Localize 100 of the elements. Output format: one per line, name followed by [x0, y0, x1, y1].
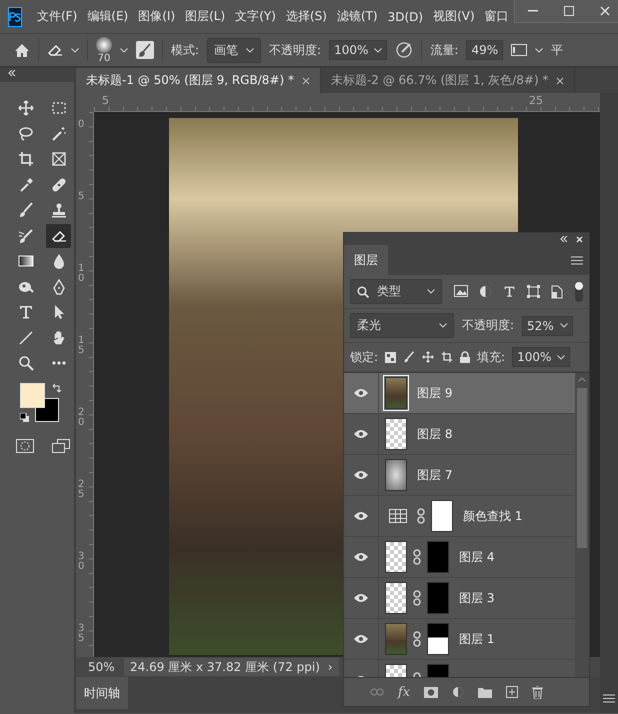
close-icon[interactable] — [302, 76, 310, 84]
menu-item[interactable]: 文字(Y) — [230, 8, 281, 25]
mask-icon[interactable] — [424, 686, 438, 698]
caret-icon — [71, 48, 79, 52]
panel-tab[interactable]: 图层 — [344, 245, 388, 275]
eye-icon[interactable] — [353, 511, 369, 521]
lock-pixels-icon[interactable] — [385, 352, 396, 362]
eye-icon[interactable] — [353, 634, 369, 644]
adjustment-icon[interactable] — [452, 686, 464, 698]
eye-icon[interactable] — [353, 593, 369, 603]
ruler-label: 35 — [78, 624, 86, 644]
adjustment-filter-icon[interactable] — [479, 284, 492, 298]
tool-button[interactable] — [46, 224, 71, 248]
app-logo-icon[interactable] — [8, 6, 22, 26]
link-icon[interactable] — [413, 590, 421, 606]
color-swatches-icon[interactable] — [20, 383, 60, 423]
collapse-icon[interactable] — [8, 70, 16, 76]
layer-row[interactable]: 图层 1 — [344, 619, 575, 660]
brush-icon[interactable] — [403, 351, 416, 363]
layer-row[interactable]: 颜色查找 1 — [344, 496, 575, 537]
quick-mask-icon[interactable] — [16, 439, 34, 453]
history-tool-icon — [18, 228, 34, 244]
pen-tool-icon — [50, 278, 66, 294]
default-colors-icon[interactable] — [20, 413, 30, 423]
mode-dropdown[interactable]: 画笔 — [207, 38, 262, 62]
fill-label: 填充: — [477, 348, 506, 366]
scroll-up-icon[interactable] — [578, 377, 586, 382]
airbrush-icon[interactable] — [395, 41, 414, 59]
menu-item[interactable]: 文件(F) — [32, 8, 82, 25]
ruler-label: 25 — [78, 480, 86, 500]
layer-style-button[interactable]: fx — [398, 684, 410, 700]
eye-icon[interactable] — [353, 388, 369, 398]
eye-icon[interactable] — [353, 470, 369, 480]
link-icon[interactable] — [413, 631, 421, 647]
menu-item[interactable]: 图层(L) — [180, 8, 230, 25]
filter-dropdown[interactable]: 类型 — [350, 279, 442, 304]
ruler-label: 25 — [529, 94, 543, 107]
minimize-icon[interactable] — [528, 10, 538, 12]
lock-icon[interactable] — [460, 351, 470, 363]
link-icon[interactable] — [413, 549, 421, 565]
ruler-label: 10 — [78, 264, 86, 284]
new-layer-icon[interactable] — [506, 686, 518, 698]
panel-menu-icon[interactable] — [603, 694, 615, 703]
brush-preview-icon[interactable] — [96, 36, 112, 52]
fill-field[interactable]: 100% — [512, 347, 570, 367]
close-icon[interactable] — [576, 236, 583, 242]
panel-menu-icon[interactable] — [571, 256, 583, 264]
maximize-icon[interactable] — [564, 6, 574, 16]
image-filter-icon[interactable] — [454, 284, 468, 296]
link-icon[interactable] — [417, 508, 425, 524]
caret-icon — [535, 48, 544, 52]
lasso-tool-icon — [18, 126, 34, 142]
swap-colors-icon[interactable] — [52, 383, 62, 393]
move-icon[interactable] — [422, 351, 434, 363]
eye-icon[interactable] — [353, 552, 369, 562]
status-arrow[interactable]: › — [328, 660, 333, 674]
opacity-field[interactable]: 52% — [522, 316, 573, 336]
close-icon[interactable] — [600, 6, 610, 16]
grid-icon — [389, 509, 407, 523]
menu-item[interactable]: 图像(I) — [133, 8, 180, 25]
panel-tab[interactable]: 时间轴 — [76, 677, 128, 709]
close-icon[interactable] — [556, 76, 564, 84]
layer-row[interactable]: 图层 9 — [344, 373, 575, 414]
layer-row[interactable]: 图层 3 — [344, 578, 575, 619]
home-icon[interactable] — [14, 42, 30, 58]
eye-icon[interactable] — [353, 429, 369, 439]
filter-toggle[interactable] — [575, 282, 583, 302]
type-tool-icon — [18, 304, 34, 320]
layer-row[interactable]: 图层 7 — [344, 455, 575, 496]
layer-row[interactable]: 图层 8 — [344, 414, 575, 455]
scrollbar-thumb[interactable] — [577, 388, 587, 548]
ruler-label: 30 — [78, 552, 86, 572]
layer-name: 图层 7 — [417, 466, 452, 484]
brush-size: 70 — [98, 52, 110, 64]
smoothing-box-icon[interactable] — [511, 44, 528, 56]
shape-filter-icon[interactable] — [527, 284, 540, 298]
menu-item[interactable]: 3D(D) — [382, 10, 428, 24]
crop-tool-icon — [18, 151, 34, 167]
menu-item[interactable]: 选择(S) — [280, 8, 332, 25]
layer-name: 颜色查找 1 — [463, 508, 522, 524]
menu-item[interactable]: 滤镜(T) — [332, 8, 383, 25]
layer-mask-thumbnail — [427, 541, 449, 573]
layer-row[interactable]: 图层 4 — [344, 537, 575, 578]
text-filter-icon[interactable] — [503, 284, 516, 298]
smart-object-filter-icon[interactable] — [551, 284, 563, 298]
collapse-icon[interactable] — [560, 236, 568, 242]
screen-mode-icon[interactable] — [52, 439, 70, 453]
caret-icon — [246, 48, 254, 52]
menu-item[interactable]: 视图(V) — [428, 8, 480, 25]
folder-icon[interactable] — [478, 686, 492, 698]
flow-field[interactable]: 49% — [466, 40, 504, 60]
menu-item[interactable]: 窗口 — [480, 8, 514, 25]
smoothing-label: 平 — [551, 42, 564, 58]
menu-item[interactable]: 编辑(E) — [82, 8, 134, 25]
document-tab[interactable]: 未标题-1 @ 50% (图层 9, RGB/8#) * — [76, 68, 321, 93]
brush-panel-icon[interactable] — [136, 41, 154, 59]
opacity-field[interactable]: 100% — [329, 40, 388, 60]
blend-mode-dropdown[interactable]: 柔光 — [350, 313, 454, 338]
trash-icon[interactable] — [532, 686, 544, 698]
crop-icon[interactable] — [441, 351, 454, 363]
